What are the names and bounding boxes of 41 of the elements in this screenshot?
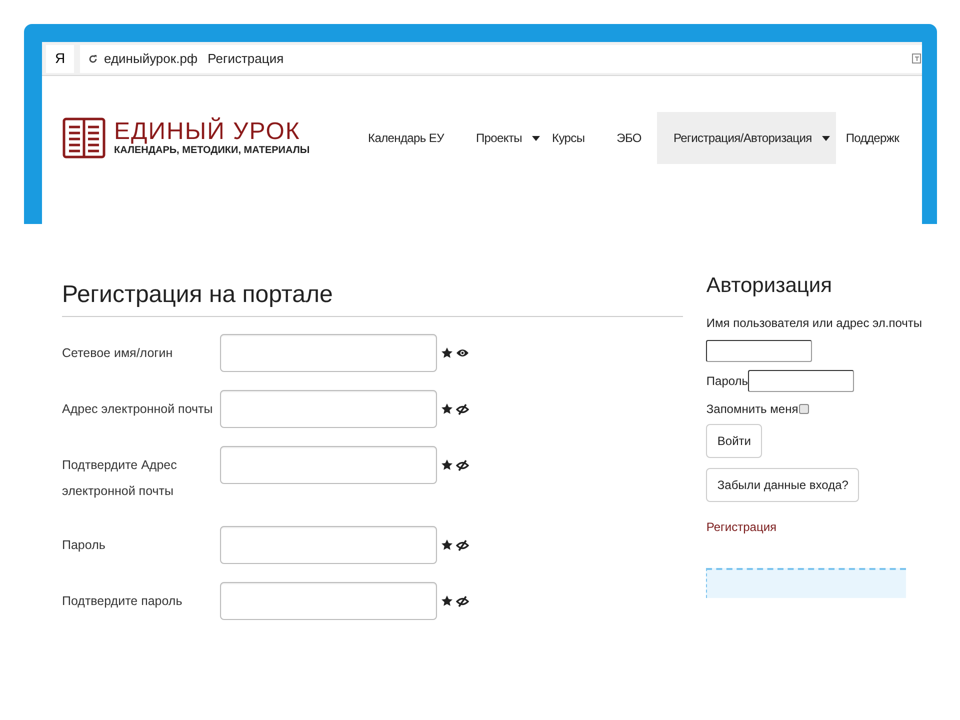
field-label: Адрес электронной почты <box>62 401 214 418</box>
input-field[interactable] <box>220 390 437 428</box>
logo-tagline: КАЛЕНДАРЬ, МЕТОДИКИ, МАТЕРИАЛЫ <box>114 145 310 157</box>
login-heading: Авторизация <box>706 273 832 299</box>
nav-item[interactable]: Календарь ЕУ <box>352 112 460 164</box>
field-label: Пароль <box>62 537 106 554</box>
username-field[interactable] <box>706 340 812 362</box>
eye-slash-icon[interactable] <box>456 596 469 606</box>
page-title: Регистрация <box>208 50 284 68</box>
page-heading: Регистрация на портале <box>62 280 684 317</box>
translate-icon[interactable] <box>912 52 922 64</box>
nav-item[interactable]: ЭБО <box>600 112 658 164</box>
address-bar[interactable]: единыйурок.рф Регистрация <box>80 44 922 72</box>
form-button[interactable]: Забыли данные входа? <box>706 468 860 502</box>
form-button[interactable]: Войти <box>706 424 762 458</box>
logo-title: ЕДИНЫЙ УРОК <box>114 119 302 145</box>
input-field[interactable] <box>220 526 437 564</box>
input-field[interactable] <box>220 446 437 484</box>
book-logo-icon <box>62 117 106 159</box>
eye-slash-icon[interactable] <box>456 404 469 414</box>
username-label: Имя пользователя или адрес эл.почты <box>706 315 922 332</box>
nav-item[interactable]: Курсы <box>546 112 601 164</box>
field-label: Сетевое имя/логин <box>62 345 174 362</box>
password-label: Пароль <box>706 373 748 390</box>
nav-item[interactable]: Поддержк <box>836 112 900 164</box>
remember-label: Запомнить меня <box>706 401 798 418</box>
field-label: Подтвердите Адрес электронной почты <box>62 457 178 500</box>
remember-checkbox[interactable] <box>799 404 810 414</box>
eye-slash-icon[interactable] <box>456 460 469 470</box>
browser-logo-button[interactable]: Я <box>46 44 74 72</box>
password-field[interactable] <box>748 370 854 392</box>
nav-item[interactable]: Регистрация/Авторизация <box>657 112 836 164</box>
field-label: Подтвердите пароль <box>62 593 184 610</box>
eye-slash-icon[interactable] <box>456 540 469 550</box>
eye-icon[interactable] <box>456 348 469 358</box>
input-field[interactable] <box>220 582 437 620</box>
address-text: единыйурок.рф <box>104 50 198 68</box>
input-field[interactable] <box>220 334 437 372</box>
nav-item[interactable]: Проекты <box>460 112 546 164</box>
reload-icon[interactable] <box>88 54 98 64</box>
register-link[interactable]: Регистрация <box>706 518 777 536</box>
